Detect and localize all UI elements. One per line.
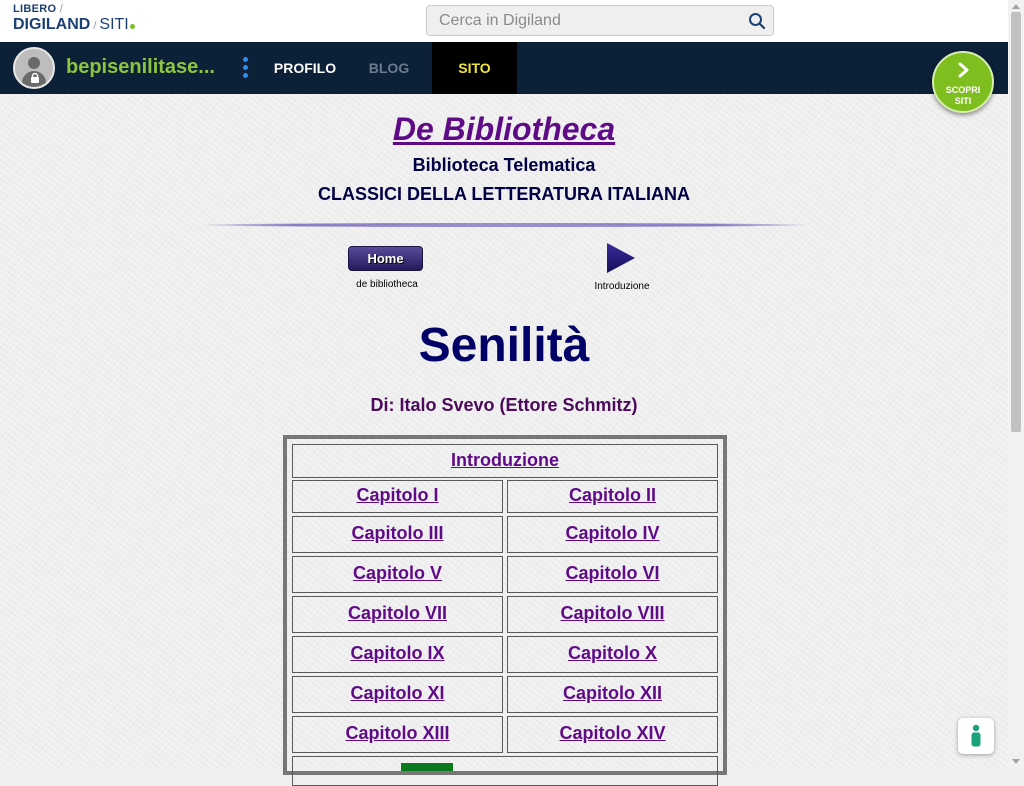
toc-cell-chapter: Capitolo VII bbox=[292, 596, 503, 633]
tab-profilo[interactable]: PROFILO bbox=[262, 42, 348, 94]
logo-dot bbox=[129, 24, 135, 29]
book-title: Senilità bbox=[418, 319, 590, 372]
home-caption: de bibliotheca bbox=[356, 279, 418, 290]
site-navbar: bepisenilitase... PROFILO BLOG SITO bbox=[0, 42, 1008, 94]
toc-link-chapter[interactable]: Capitolo XIII bbox=[345, 723, 449, 743]
toc-link-chapter[interactable]: Capitolo V bbox=[353, 563, 442, 583]
tab-blog[interactable]: BLOG bbox=[355, 42, 423, 94]
chevron-right-icon bbox=[958, 62, 969, 78]
toc-link-chapter[interactable]: Capitolo III bbox=[352, 523, 444, 543]
privacy-settings-button[interactable] bbox=[958, 718, 994, 754]
toc-link-chapter[interactable]: Capitolo IV bbox=[566, 523, 660, 543]
site-title-link[interactable]: De Bibliotheca bbox=[0, 111, 1008, 148]
toc-cell-chapter: Capitolo I bbox=[292, 480, 503, 513]
subtitle: Biblioteca Telematica bbox=[412, 155, 596, 175]
logo-siti-text: SITI bbox=[99, 16, 129, 33]
next-arrow-icon[interactable] bbox=[606, 242, 636, 274]
toc-link-chapter[interactable]: Capitolo VI bbox=[566, 563, 660, 583]
toc-link-chapter[interactable]: Capitolo XI bbox=[351, 683, 445, 703]
toc-link-chapter[interactable]: Capitolo XII bbox=[563, 683, 662, 703]
scrollbar[interactable] bbox=[1008, 0, 1024, 768]
home-button[interactable]: Home bbox=[348, 246, 423, 271]
discover-sites-button[interactable]: SCOPRI SITI bbox=[932, 51, 994, 113]
scroll-up-arrow-icon[interactable] bbox=[1012, 4, 1020, 9]
decorative-divider bbox=[205, 223, 805, 227]
author-line: Di: Italo Svevo (Ettore Schmitz) bbox=[370, 395, 638, 415]
toc-link-chapter[interactable]: Capitolo VIII bbox=[560, 603, 664, 623]
tab-sito[interactable]: SITO bbox=[432, 42, 517, 94]
toc-cell-partial bbox=[292, 756, 718, 786]
toc-link-introduzione[interactable]: Introduzione bbox=[451, 450, 559, 470]
search-icon[interactable] bbox=[748, 12, 766, 30]
discover-label-line2: SITI bbox=[954, 96, 972, 106]
toc-cell-chapter: Capitolo IV bbox=[507, 516, 718, 553]
lock-icon bbox=[31, 73, 39, 83]
privacy-icon bbox=[971, 724, 981, 747]
table-of-contents: Introduzione Capitolo I Capitolo II Capito… bbox=[283, 435, 727, 786]
toc-cell-chapter: Capitolo XI bbox=[292, 676, 503, 713]
links-badge[interactable] bbox=[401, 763, 453, 771]
logo-slash: / bbox=[59, 3, 64, 15]
toc-cell-chapter: Capitolo IX bbox=[292, 636, 503, 673]
subtitle-collection: CLASSICI DELLA LETTERATURA ITALIANA bbox=[318, 184, 690, 204]
toc-link-chapter[interactable]: Capitolo XIV bbox=[559, 723, 665, 743]
toc-cell-chapter: Capitolo VI bbox=[507, 556, 718, 593]
toc-cell-chapter: Capitolo XIV bbox=[507, 716, 718, 753]
toc-link-chapter[interactable]: Capitolo II bbox=[569, 485, 656, 505]
search-box bbox=[426, 5, 774, 36]
discover-label-line1: SCOPRI bbox=[945, 85, 981, 95]
search-input[interactable] bbox=[427, 6, 739, 35]
toc-cell-intro: Introduzione bbox=[292, 444, 718, 478]
toc-link-chapter[interactable]: Capitolo X bbox=[568, 643, 657, 663]
toc-cell-chapter: Capitolo III bbox=[292, 516, 503, 553]
avatar-head-shape bbox=[28, 57, 40, 69]
site-name[interactable]: bepisenilitase... bbox=[66, 56, 215, 79]
logo-libero-text: LIBERO bbox=[13, 3, 57, 15]
libero-digiland-logo[interactable]: LIBERO / DIGILAND / SITI bbox=[13, 4, 135, 33]
toc-link-chapter[interactable]: Capitolo I bbox=[357, 485, 439, 505]
next-caption: Introduzione bbox=[594, 281, 650, 292]
avatar[interactable] bbox=[13, 47, 55, 89]
toc-cell-chapter: Capitolo XIII bbox=[292, 716, 503, 753]
toc-link-chapter[interactable]: Capitolo VII bbox=[348, 603, 447, 623]
toc-link-chapter[interactable]: Capitolo IX bbox=[351, 643, 445, 663]
logo-separator: / bbox=[93, 20, 97, 32]
toc-cell-chapter: Capitolo X bbox=[507, 636, 718, 673]
logo-digiland-text: DIGILAND bbox=[13, 16, 91, 33]
page-content: De Bibliotheca Biblioteca Telematica CLA… bbox=[0, 94, 1008, 786]
toc-cell-chapter: Capitolo II bbox=[507, 480, 718, 513]
toc-cell-chapter: Capitolo VIII bbox=[507, 596, 718, 633]
more-options-icon[interactable] bbox=[243, 57, 249, 79]
toc-cell-chapter: Capitolo V bbox=[292, 556, 503, 593]
toc-cell-chapter: Capitolo XII bbox=[507, 676, 718, 713]
scroll-down-arrow-icon[interactable] bbox=[1012, 759, 1020, 764]
scroll-thumb[interactable] bbox=[1011, 12, 1021, 432]
top-bar: LIBERO / DIGILAND / SITI bbox=[0, 0, 1008, 42]
